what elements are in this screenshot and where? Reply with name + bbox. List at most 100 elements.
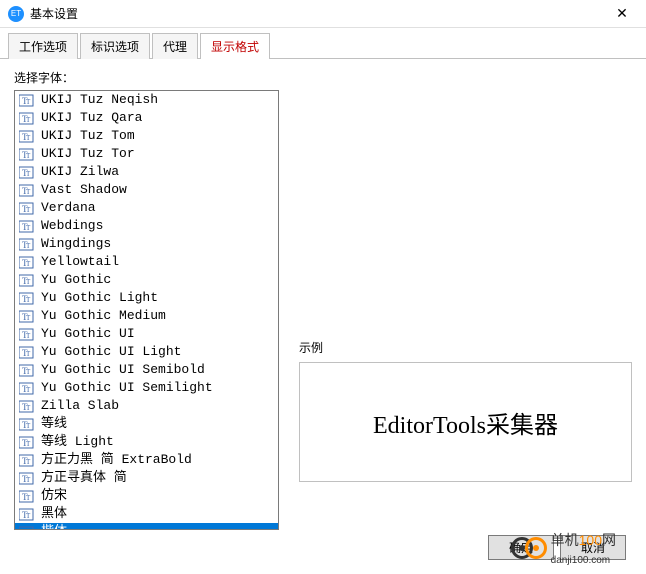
- close-button[interactable]: ✕: [606, 5, 638, 22]
- font-item[interactable]: TT Zilla Slab: [15, 397, 278, 415]
- truetype-icon: TT: [19, 525, 35, 530]
- font-name: 等线: [41, 416, 67, 432]
- font-name: UKIJ Tuz Tor: [41, 146, 135, 162]
- truetype-icon: TT: [19, 201, 35, 215]
- ok-button[interactable]: 确定: [488, 535, 554, 560]
- font-item[interactable]: TTYu Gothic UI: [15, 325, 278, 343]
- svg-text:T: T: [26, 368, 31, 376]
- preview-text: EditorTools采集器: [373, 405, 558, 440]
- truetype-icon: TT: [19, 345, 35, 359]
- svg-text:T: T: [26, 314, 31, 322]
- font-column: 选择字体： TTUKIJ Tuz NeqishTTUKIJ Tuz QaraTT…: [14, 69, 279, 530]
- svg-text:T: T: [26, 386, 31, 394]
- window-title: 基本设置: [30, 5, 606, 22]
- svg-text:T: T: [26, 404, 31, 412]
- svg-text:T: T: [26, 278, 31, 286]
- font-name: UKIJ Zilwa: [41, 164, 119, 180]
- font-item[interactable]: TTVast Shadow: [15, 181, 278, 199]
- font-name: UKIJ Tuz Tom: [41, 128, 135, 144]
- cancel-button[interactable]: 取消: [560, 535, 626, 560]
- font-label: 选择字体：: [14, 69, 279, 86]
- font-item[interactable]: TT UKIJ Tuz Tor: [15, 145, 278, 163]
- font-item[interactable]: TT UKIJ Zilwa: [15, 163, 278, 181]
- tab-工作选项[interactable]: 工作选项: [8, 33, 78, 59]
- truetype-icon: TT: [19, 417, 35, 431]
- truetype-icon: TT: [19, 165, 35, 179]
- truetype-icon: TT: [19, 273, 35, 287]
- font-item[interactable]: TT楷体: [15, 523, 278, 530]
- font-name: 黑体: [41, 506, 67, 522]
- font-name: Zilla Slab: [41, 398, 119, 414]
- dialog-buttons: 确定 取消: [488, 535, 626, 560]
- font-item[interactable]: TT Yu Gothic Light: [15, 289, 278, 307]
- font-name: Wingdings: [41, 236, 111, 252]
- truetype-icon: TT: [19, 489, 35, 503]
- truetype-icon: TT: [19, 147, 35, 161]
- font-item[interactable]: TT 黑体: [15, 505, 278, 523]
- font-item[interactable]: TTYu Gothic UI Semilight: [15, 379, 278, 397]
- preview-label: 示例: [299, 339, 632, 356]
- truetype-icon: TT: [19, 129, 35, 143]
- font-name: Yu Gothic UI Semilight: [41, 380, 213, 396]
- preview-column: 示例 EditorTools采集器: [299, 69, 632, 530]
- svg-text:T: T: [26, 296, 31, 304]
- font-item[interactable]: TT等线 Light: [15, 433, 278, 451]
- svg-text:T: T: [26, 440, 31, 448]
- svg-text:T: T: [26, 224, 31, 232]
- font-listbox[interactable]: TTUKIJ Tuz NeqishTTUKIJ Tuz QaraTTUKIJ T…: [14, 90, 279, 530]
- font-name: UKIJ Tuz Neqish: [41, 92, 158, 108]
- svg-text:T: T: [22, 528, 28, 530]
- titlebar: ET 基本设置 ✕: [0, 0, 646, 28]
- font-item[interactable]: TT Yu Gothic UI Semibold: [15, 361, 278, 379]
- font-item[interactable]: TT Webdings: [15, 217, 278, 235]
- font-item[interactable]: TT 仿宋: [15, 487, 278, 505]
- font-name: UKIJ Tuz Qara: [41, 110, 142, 126]
- tab-bar: 工作选项标识选项代理显示格式: [0, 28, 646, 59]
- svg-text:T: T: [26, 188, 31, 196]
- tab-代理[interactable]: 代理: [152, 33, 198, 59]
- truetype-icon: TT: [19, 93, 35, 107]
- font-name: Webdings: [41, 218, 103, 234]
- font-item[interactable]: TT Yu Gothic: [15, 271, 278, 289]
- truetype-icon: TT: [19, 471, 35, 485]
- font-name: 等线 Light: [41, 434, 114, 450]
- font-item[interactable]: TT UKIJ Tuz Neqish: [15, 91, 278, 109]
- font-item[interactable]: TTYellowtail: [15, 253, 278, 271]
- truetype-icon: TT: [19, 291, 35, 305]
- svg-text:T: T: [26, 260, 31, 268]
- truetype-icon: TT: [19, 399, 35, 413]
- content-area: 选择字体： TTUKIJ Tuz NeqishTTUKIJ Tuz QaraTT…: [0, 59, 646, 540]
- tab-显示格式[interactable]: 显示格式: [200, 33, 270, 59]
- svg-text:T: T: [26, 494, 31, 502]
- truetype-icon: TT: [19, 237, 35, 251]
- font-item[interactable]: TT 等线: [15, 415, 278, 433]
- font-name: Yu Gothic UI Semibold: [41, 362, 205, 378]
- font-name: Yu Gothic Light: [41, 290, 158, 306]
- svg-text:T: T: [26, 512, 31, 520]
- font-name: Yu Gothic Medium: [41, 308, 166, 324]
- font-item[interactable]: TT方正力黑 简 ExtraBold: [15, 451, 278, 469]
- font-item[interactable]: TT UKIJ Tuz Tom: [15, 127, 278, 145]
- svg-text:T: T: [26, 476, 31, 484]
- font-name: 方正寻真体 简: [41, 470, 127, 486]
- font-item[interactable]: TT Wingdings: [15, 235, 278, 253]
- truetype-icon: TT: [19, 453, 35, 467]
- font-name: 仿宋: [41, 488, 67, 504]
- tab-标识选项[interactable]: 标识选项: [80, 33, 150, 59]
- truetype-icon: TT: [19, 219, 35, 233]
- truetype-icon: TT: [19, 363, 35, 377]
- svg-text:T: T: [26, 134, 31, 142]
- truetype-icon: TT: [19, 309, 35, 323]
- truetype-icon: TT: [19, 507, 35, 521]
- preview-box: EditorTools采集器: [299, 362, 632, 482]
- svg-text:T: T: [26, 206, 31, 214]
- svg-text:T: T: [26, 170, 31, 178]
- truetype-icon: TT: [19, 111, 35, 125]
- font-item[interactable]: TT 方正寻真体 简: [15, 469, 278, 487]
- font-item[interactable]: TTVerdana: [15, 199, 278, 217]
- font-name: Yu Gothic: [41, 272, 111, 288]
- svg-text:T: T: [26, 98, 31, 106]
- font-item[interactable]: TT UKIJ Tuz Qara: [15, 109, 278, 127]
- font-item[interactable]: TTYu Gothic UI Light: [15, 343, 278, 361]
- font-item[interactable]: TT Yu Gothic Medium: [15, 307, 278, 325]
